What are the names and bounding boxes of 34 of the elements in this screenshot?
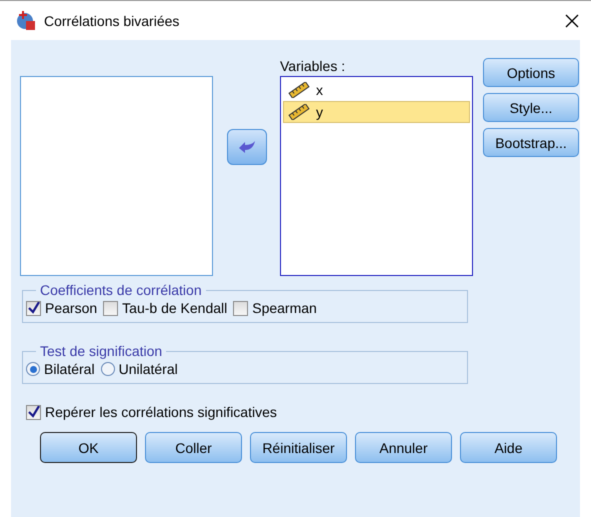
move-button[interactable] [226, 129, 266, 165]
dialog-button[interactable]: OK [40, 432, 137, 463]
radio-button[interactable] [26, 362, 40, 376]
checkbox[interactable] [103, 300, 118, 316]
dialog-button[interactable]: Aide [460, 432, 557, 463]
close-icon[interactable] [565, 14, 579, 28]
arrow-icon [238, 140, 256, 154]
variable-name: x [316, 82, 323, 98]
dialog-button[interactable]: Coller [145, 432, 242, 463]
source-list[interactable] [20, 76, 213, 276]
option-label: Unilatéral [118, 361, 178, 377]
side-button[interactable]: Style... [483, 93, 579, 122]
variable-name: y [316, 104, 323, 120]
window-title: Corrélations bivariées [44, 12, 180, 28]
option-label: Repérer les corrélations significatives [45, 404, 277, 420]
variable-item[interactable]: y [283, 101, 470, 123]
variables-list[interactable]: x y [280, 76, 473, 276]
side-button[interactable]: Options [483, 58, 579, 87]
dialog-button[interactable]: Réinitialiser [250, 432, 347, 463]
variable-item[interactable]: x [283, 79, 470, 101]
radio-button[interactable] [100, 362, 115, 376]
checkbox[interactable] [26, 300, 41, 316]
variables-label: Variables : [280, 58, 346, 76]
option-label: Tau-b de Kendall [122, 300, 228, 316]
option-label: Pearson [45, 300, 98, 316]
dialog-button[interactable]: Annuler [355, 432, 452, 463]
side-button[interactable]: Bootstrap... [483, 128, 579, 157]
checkbox[interactable] [233, 300, 248, 316]
group-title: Test de signification [39, 343, 164, 359]
checkbox[interactable] [26, 404, 41, 420]
option-label: Spearman [252, 300, 317, 316]
option-label: Bilatéral [44, 361, 95, 377]
group-title: Coefficients de corrélation [39, 282, 203, 298]
app-icon [16, 10, 36, 30]
